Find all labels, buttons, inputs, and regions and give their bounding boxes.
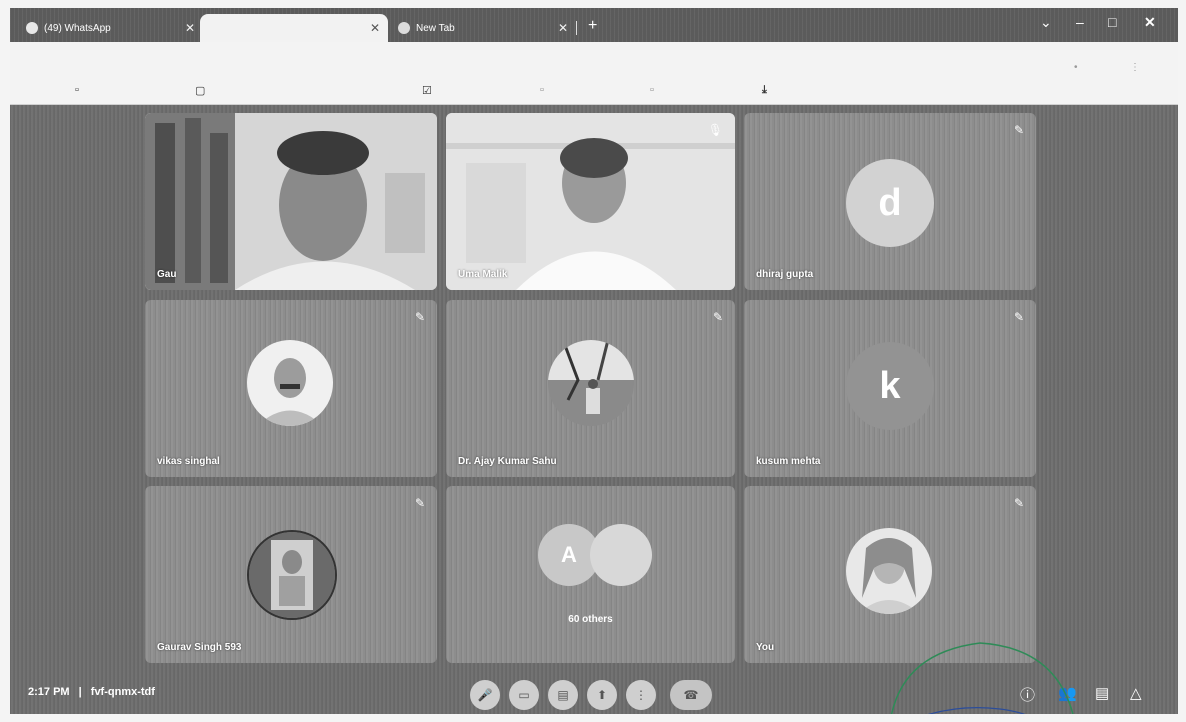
tab-strip: (49) WhatsApp ✕ ✕ New Tab ✕ + ⌄ – □ ✕ <box>10 8 1178 42</box>
avatar: d <box>846 159 934 247</box>
participant-tile[interactable]: ✎ Dr. Ajay Kumar Sahu <box>446 300 735 477</box>
close-icon[interactable]: ✕ <box>370 21 380 35</box>
participant-tile[interactable]: ✎ vikas singhal <box>145 300 437 477</box>
chrome-icon <box>398 22 410 34</box>
new-tab-plus-icon[interactable]: + <box>588 18 597 34</box>
avatar <box>846 528 932 614</box>
camera-icon[interactable]: ▭ <box>509 680 539 710</box>
participant-tile[interactable]: A 60 others <box>446 486 735 663</box>
present-icon[interactable]: ⬆ <box>587 680 617 710</box>
participant-name: dhiraj gupta <box>756 269 814 280</box>
bookmark-icon[interactable]: ☑ <box>422 84 432 97</box>
participant-name: Gau <box>157 269 177 280</box>
participant-tile[interactable]: ✎ k kusum mehta <box>744 300 1036 477</box>
avatar <box>590 524 652 586</box>
others-count: 60 others <box>568 614 613 625</box>
captions-icon[interactable]: ▤ <box>548 680 578 710</box>
extension-icon[interactable]: • <box>1074 62 1078 73</box>
participant-tile[interactable]: Gau <box>145 113 437 290</box>
tab-new-tab[interactable]: New Tab ✕ <box>390 14 576 42</box>
mic-off-icon[interactable]: 🎤 <box>470 680 500 710</box>
meeting-time: 2:17 PM <box>28 686 70 698</box>
avatar: k <box>846 342 934 430</box>
tab-separator <box>576 21 577 35</box>
more-vert-icon[interactable]: ⋮ <box>626 680 656 710</box>
participant-name: Dr. Ajay Kumar Sahu <box>458 456 557 467</box>
activities-icon[interactable]: △ <box>1130 684 1142 702</box>
chat-icon[interactable]: ▤ <box>1095 684 1109 702</box>
tab-title: New Tab <box>416 22 455 34</box>
mic-off-icon: ✎ <box>414 496 425 510</box>
avatar <box>247 340 333 426</box>
meeting-separator: | <box>78 686 82 698</box>
meeting-info-text: 2:17 PM | fvf-qnmx-tdf <box>28 686 155 698</box>
avatar <box>247 530 337 620</box>
participant-name: vikas singhal <box>157 456 220 467</box>
window-close-icon[interactable]: ✕ <box>1144 14 1156 31</box>
participant-name: Uma Malik <box>458 269 508 280</box>
end-call-icon[interactable]: ☎ <box>670 680 712 710</box>
participant-name: You <box>756 642 775 653</box>
bookmark-icon[interactable]: ▫ <box>540 84 544 96</box>
mic-off-icon: ✎ <box>1013 123 1024 137</box>
participant-tile[interactable]: ✎ d dhiraj gupta <box>744 113 1036 290</box>
avatar <box>548 340 634 426</box>
avatar-photo <box>249 532 335 618</box>
tab-search-chevron-icon[interactable]: ⌄ <box>1040 14 1052 31</box>
participant-video <box>145 113 437 290</box>
avatar-photo <box>548 340 634 426</box>
mic-off-icon: ✎ <box>1013 496 1024 510</box>
meeting-code: fvf-qnmx-tdf <box>90 686 155 698</box>
mic-off-icon: ✎ <box>414 310 425 324</box>
browser-toolbar: ▫ ▢ ☑ ▫ ▫ ⤓ • ⋮ <box>10 42 1178 105</box>
participant-tile[interactable]: ✎ Gaurav Singh 593 <box>145 486 437 663</box>
bookmark-icon[interactable]: ▢ <box>195 84 205 97</box>
download-icon[interactable]: ⤓ <box>762 84 767 97</box>
whatsapp-icon <box>26 22 38 34</box>
mic-off-icon: 🎙 <box>707 123 723 137</box>
participant-tile[interactable]: 🎙 Uma Malik <box>446 113 735 290</box>
maximize-icon[interactable]: □ <box>1108 14 1116 30</box>
minimize-icon[interactable]: – <box>1076 14 1084 30</box>
participant-name: Gaurav Singh 593 <box>157 642 242 653</box>
close-icon[interactable]: ✕ <box>185 21 195 35</box>
tab-whatsapp[interactable]: (49) WhatsApp ✕ <box>18 14 203 42</box>
participant-name: kusum mehta <box>756 456 821 467</box>
bookmark-icon[interactable]: ▫ <box>650 84 654 96</box>
participant-video <box>446 113 735 290</box>
mic-off-icon: ✎ <box>1013 310 1024 324</box>
screen-frame: (49) WhatsApp ✕ ✕ New Tab ✕ + ⌄ – □ ✕ ▫ … <box>10 8 1178 714</box>
close-icon[interactable]: ✕ <box>558 21 568 35</box>
tab-meet[interactable]: ✕ <box>200 14 388 42</box>
avatar-photo <box>846 528 932 614</box>
tab-title: (49) WhatsApp <box>44 22 111 34</box>
menu-icon[interactable]: ⋮ <box>1130 62 1140 73</box>
bookmark-icon[interactable]: ▫ <box>75 84 79 96</box>
avatar-photo <box>247 340 333 426</box>
annotation-circle <box>890 642 1074 714</box>
mic-off-icon: ✎ <box>712 310 723 324</box>
